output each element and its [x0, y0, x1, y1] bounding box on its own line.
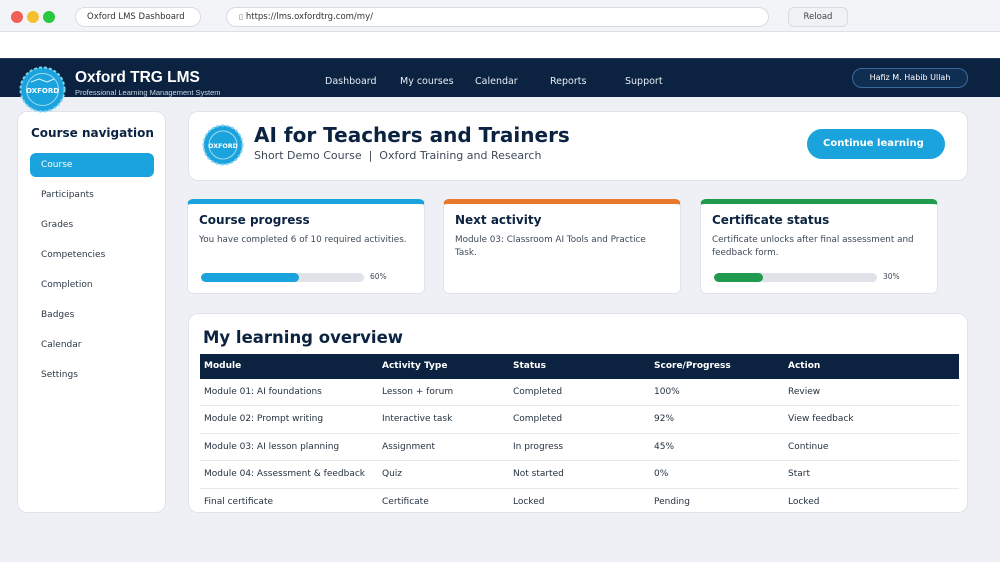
certificate-progress-bar [714, 273, 877, 282]
status-cell: Completed [513, 387, 563, 397]
nav-calendar[interactable]: Calendar [475, 76, 518, 87]
course-title: AI for Teachers and Trainers [254, 123, 570, 147]
activity-type-cell: Lesson + forum [382, 387, 454, 397]
module-cell: Final certificate [204, 496, 274, 507]
status-cell: Completed [513, 414, 563, 425]
progress-bar-fill [201, 273, 299, 282]
table-row: Final certificate Certificate Locked Pen… [200, 489, 959, 516]
status-cell: Locked [513, 496, 545, 507]
url-text: https://lms.oxfordtrg.com/my/ [245, 12, 373, 22]
table-row: Module 02: Prompt writing Interactive ta… [200, 406, 959, 434]
activity-type-cell: Interactive task [382, 414, 453, 425]
action-link[interactable]: Continue [788, 434, 828, 461]
action-text: Locked [788, 496, 820, 507]
browser-toolbar: Oxford LMS Dashboard ▯ https://lms.oxford… [0, 0, 1000, 32]
close-window-button[interactable] [11, 11, 23, 23]
brand-title: Oxford TRG LMS [75, 69, 200, 86]
card-text: You have completed 6 of 10 required acti… [199, 235, 407, 245]
card-title: Course progress [199, 213, 310, 227]
sidebar-item-calendar[interactable]: Calendar [30, 333, 154, 357]
reload-button[interactable]: Reload [788, 7, 848, 27]
card-title: Certificate status [712, 213, 830, 227]
page-top-strip [0, 32, 1000, 58]
card-title: Next activity [455, 213, 542, 227]
nav-my-courses[interactable]: My courses [400, 76, 454, 87]
table-row: Module 04: Assessment & feedback Quiz No… [200, 461, 959, 489]
card-text: Certificate unlocks after final assessme… [712, 235, 914, 258]
action-link[interactable]: Start [788, 461, 810, 488]
progress-percent: 60% [370, 272, 387, 281]
sidebar-item-completion[interactable]: Completion [30, 273, 154, 297]
score-cell: 92% [654, 414, 675, 425]
course-header-card: OXFORD AI for Teachers and Trainers Shor… [188, 111, 968, 181]
column-header: Score/Progress [654, 361, 731, 371]
maximize-window-button[interactable] [43, 11, 55, 23]
column-header: Action [788, 361, 821, 371]
module-cell: Module 02: Prompt writing [204, 414, 324, 425]
score-cell: Pending [654, 496, 690, 507]
user-menu-button[interactable]: Hafiz M. Habib Ullah [852, 68, 968, 88]
oxford-logo[interactable]: OXFORD [19, 66, 66, 113]
sidebar-item-participants[interactable]: Participants [30, 183, 154, 207]
score-cell: 45% [654, 441, 675, 452]
status-cell: Not started [513, 469, 564, 480]
course-navigation-sidebar: Course navigation Course Participants Gr… [17, 111, 166, 513]
address-bar[interactable]: ▯ https://lms.oxfordtrg.com/my/ [226, 7, 769, 27]
svg-text:OXFORD: OXFORD [26, 87, 59, 95]
module-cell: Module 01: AI foundations [204, 387, 322, 397]
nav-support[interactable]: Support [625, 76, 663, 87]
course-progress-card: Course progress You have completed 6 of … [187, 199, 425, 294]
status-cell: In progress [513, 441, 564, 452]
course-subtitle: Short Demo Course | Oxford Training and … [254, 149, 542, 162]
certificate-progress-fill [714, 273, 763, 282]
action-link[interactable]: Review [788, 379, 820, 406]
table-row: Module 01: AI foundations Lesson + forum… [200, 379, 959, 407]
lock-icon: ▯ [239, 13, 243, 21]
sidebar-item-grades[interactable]: Grades [30, 213, 154, 237]
sidebar-item-settings[interactable]: Settings [30, 363, 154, 387]
minimize-window-button[interactable] [27, 11, 39, 23]
certificate-status-card: Certificate status Certificate unlocks a… [700, 199, 938, 294]
learning-overview-card: My learning overview Module Activity Typ… [188, 313, 968, 513]
continue-learning-button[interactable]: Continue learning [807, 129, 945, 159]
sidebar-title: Course navigation [31, 126, 154, 140]
sidebar-item-badges[interactable]: Badges [30, 303, 154, 327]
activity-type-cell: Assignment [382, 441, 435, 452]
activity-type-cell: Certificate [382, 496, 429, 507]
course-logo: OXFORD [202, 124, 244, 166]
module-cell: Module 04: Assessment & feedback [204, 469, 366, 480]
action-link[interactable]: View feedback [788, 406, 854, 433]
brand-subtitle: Professional Learning Management System [75, 88, 221, 97]
overview-title: My learning overview [203, 328, 404, 347]
overview-table: Module Activity Type Status Score/Progre… [200, 354, 959, 516]
svg-text:OXFORD: OXFORD [208, 143, 238, 150]
table-header: Module Activity Type Status Score/Progre… [200, 354, 959, 379]
activity-type-cell: Quiz [382, 469, 403, 480]
table-row: Module 03: AI lesson planning Assignment… [200, 434, 959, 462]
nav-reports[interactable]: Reports [550, 76, 586, 87]
browser-tab[interactable]: Oxford LMS Dashboard [75, 7, 201, 27]
nav-dashboard[interactable]: Dashboard [325, 76, 377, 87]
column-header: Activity Type [382, 361, 448, 371]
certificate-percent: 30% [883, 272, 900, 281]
next-activity-card[interactable]: Next activity Module 03: Classroom AI To… [443, 199, 681, 294]
column-header: Status [513, 361, 546, 371]
progress-bar [201, 273, 364, 282]
sidebar-item-course[interactable]: Course [30, 153, 154, 177]
card-text: Module 03: Classroom AI Tools and Practi… [455, 235, 646, 258]
module-cell: Module 03: AI lesson planning [204, 441, 340, 452]
sidebar-item-competencies[interactable]: Competencies [30, 243, 154, 267]
score-cell: 100% [654, 387, 680, 397]
score-cell: 0% [654, 469, 669, 480]
column-header: Module [204, 361, 242, 371]
